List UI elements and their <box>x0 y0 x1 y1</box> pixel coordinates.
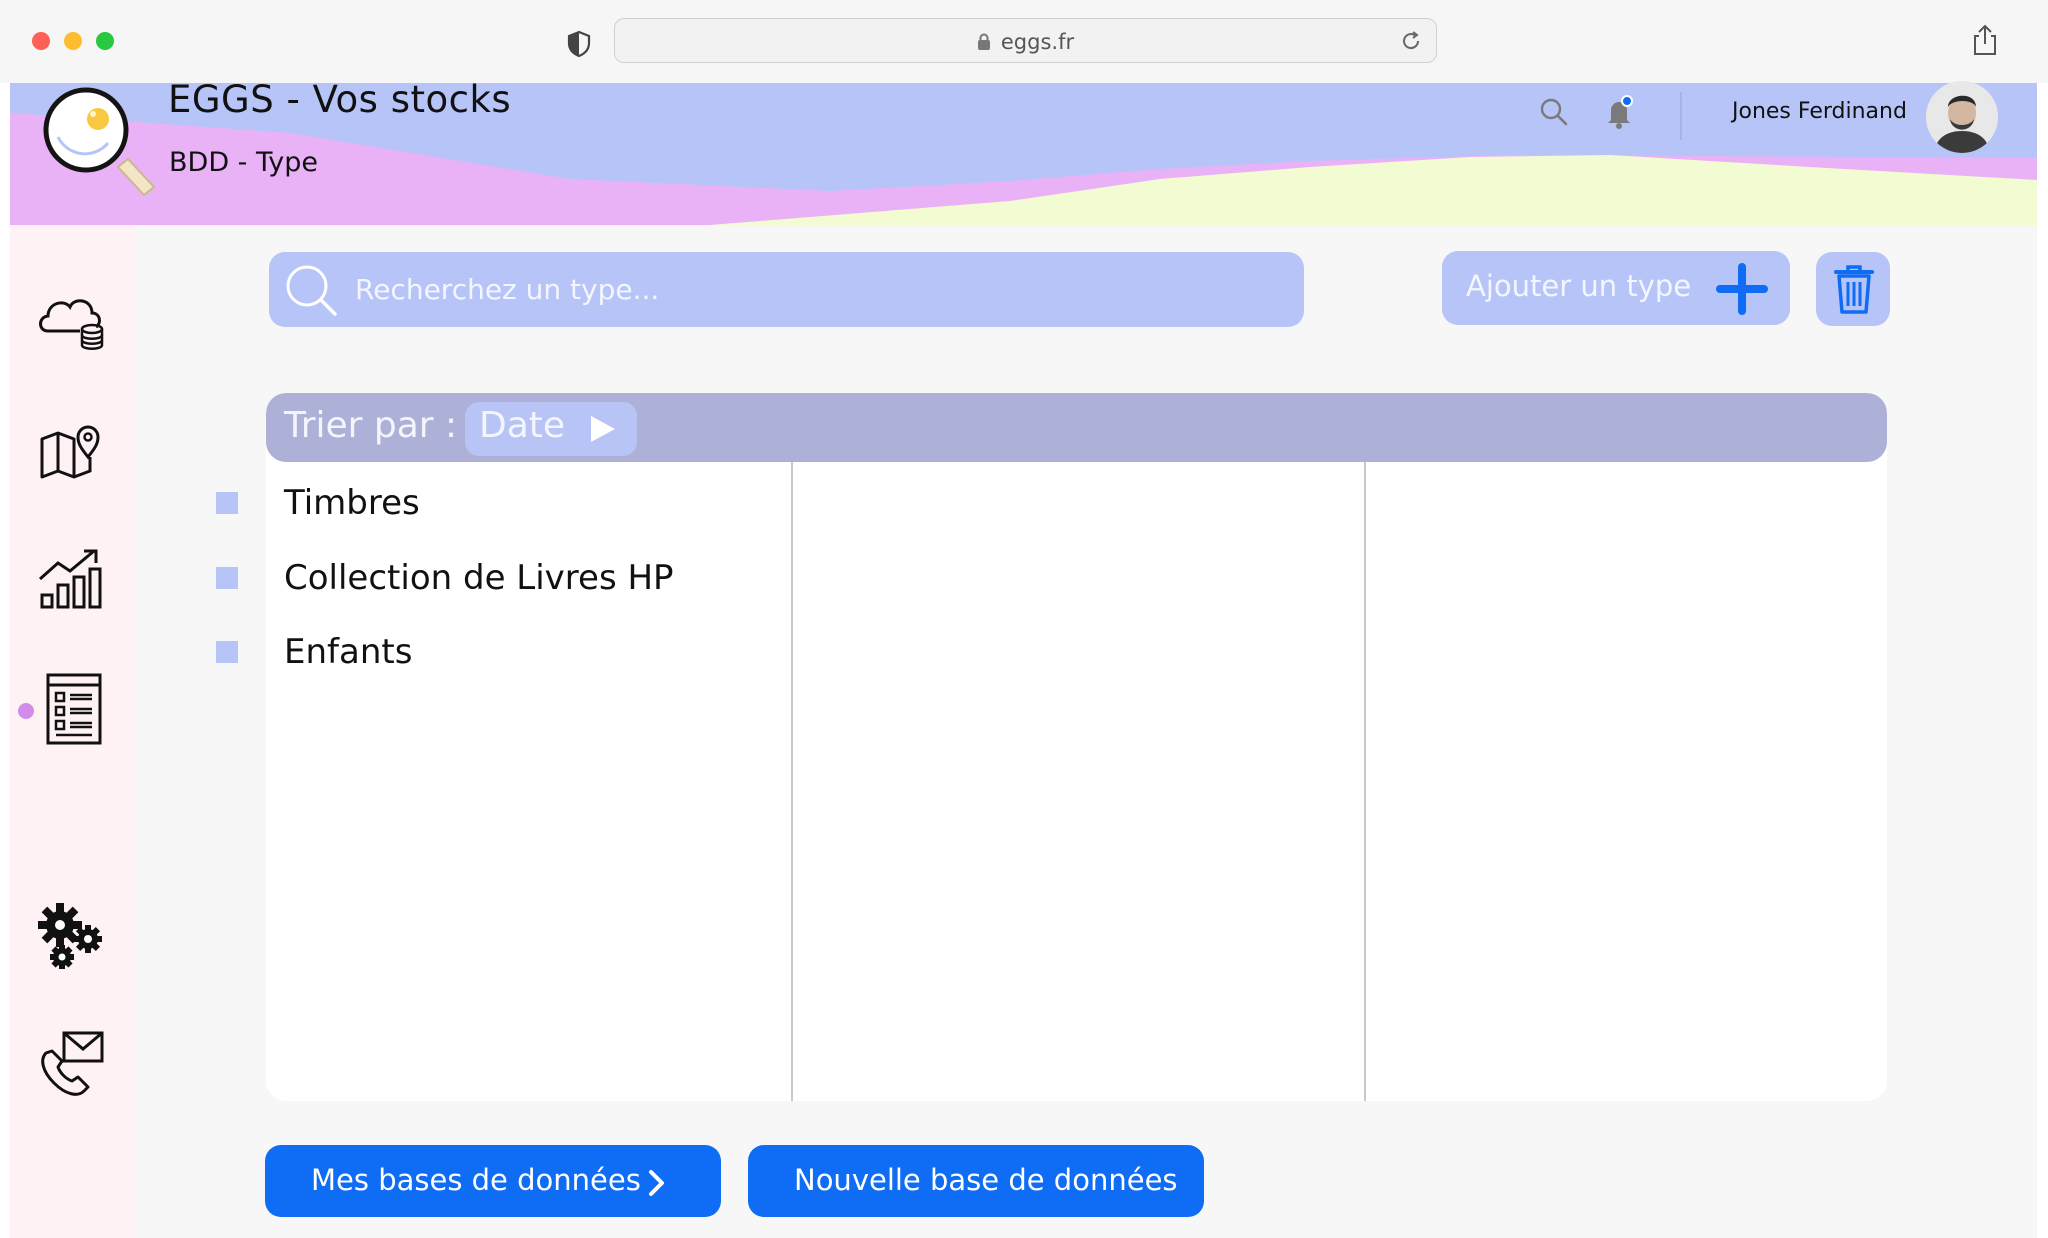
search-icon <box>286 265 337 316</box>
url-text: eggs.fr <box>1000 29 1075 54</box>
user-name[interactable]: Jones Ferdinand <box>1732 99 1907 124</box>
shield-icon[interactable] <box>564 29 594 59</box>
chevron-right-icon <box>649 1170 664 1196</box>
active-indicator <box>18 703 34 719</box>
page-subtitle: BDD - Type <box>169 147 319 178</box>
add-type-button[interactable]: Ajouter un type <box>1442 251 1790 325</box>
types-panel: Trier par : Date <box>266 393 1887 1101</box>
new-database-label: Nouvelle base de données <box>794 1163 1178 1197</box>
sidebar <box>10 225 136 1238</box>
plus-icon <box>1716 263 1768 315</box>
phone-mail-icon[interactable] <box>34 1025 110 1101</box>
bell-icon[interactable] <box>1603 94 1635 130</box>
maximize-window-button[interactable] <box>96 32 114 50</box>
my-databases-label: Mes bases de données <box>311 1163 641 1197</box>
growth-chart-icon[interactable] <box>34 541 110 617</box>
magnifier-logo-icon <box>43 87 156 197</box>
list-bullet <box>216 492 238 514</box>
add-type-label: Ajouter un type <box>1466 269 1692 303</box>
address-bar[interactable]: eggs.fr <box>614 18 1437 63</box>
my-databases-button[interactable]: Mes bases de données <box>265 1145 721 1217</box>
column-divider <box>791 462 793 1101</box>
minimize-window-button[interactable] <box>64 32 82 50</box>
close-window-button[interactable] <box>32 32 50 50</box>
list-item[interactable]: Timbres <box>216 483 420 523</box>
type-name: Timbres <box>284 483 420 523</box>
app-title: EGGS - Vos stocks <box>168 78 512 121</box>
type-name: Enfants <box>284 632 413 672</box>
gears-icon[interactable] <box>34 899 110 975</box>
map-location-icon[interactable] <box>34 411 110 487</box>
lock-icon <box>977 33 990 50</box>
cloud-database-icon[interactable] <box>34 283 110 359</box>
list-item[interactable]: Collection de Livres HP <box>216 558 674 598</box>
sort-bar: Trier par : Date <box>266 393 1887 462</box>
play-arrow-icon <box>591 416 615 442</box>
list-item[interactable]: Enfants <box>216 632 412 672</box>
list-bullet <box>216 567 238 589</box>
sort-value: Date <box>479 405 566 446</box>
column-divider <box>1364 462 1366 1101</box>
delete-button[interactable] <box>1816 252 1890 326</box>
list-bullet <box>216 641 238 663</box>
search-input[interactable] <box>355 252 1255 327</box>
type-name: Collection de Livres HP <box>284 558 674 598</box>
search-icon[interactable] <box>1538 96 1570 128</box>
share-icon[interactable] <box>1970 24 2000 56</box>
trash-icon <box>1834 265 1874 314</box>
search-bar[interactable] <box>269 252 1304 327</box>
sort-label: Trier par : <box>284 405 458 446</box>
reload-icon[interactable] <box>1400 30 1422 52</box>
checklist-document-icon[interactable] <box>34 671 110 747</box>
user-avatar[interactable] <box>1926 81 1998 153</box>
sort-dropdown[interactable]: Date <box>465 402 637 456</box>
new-database-button[interactable]: Nouvelle base de données <box>748 1145 1204 1217</box>
header-divider <box>1680 92 1682 140</box>
browser-toolbar: eggs.fr <box>0 0 2048 83</box>
